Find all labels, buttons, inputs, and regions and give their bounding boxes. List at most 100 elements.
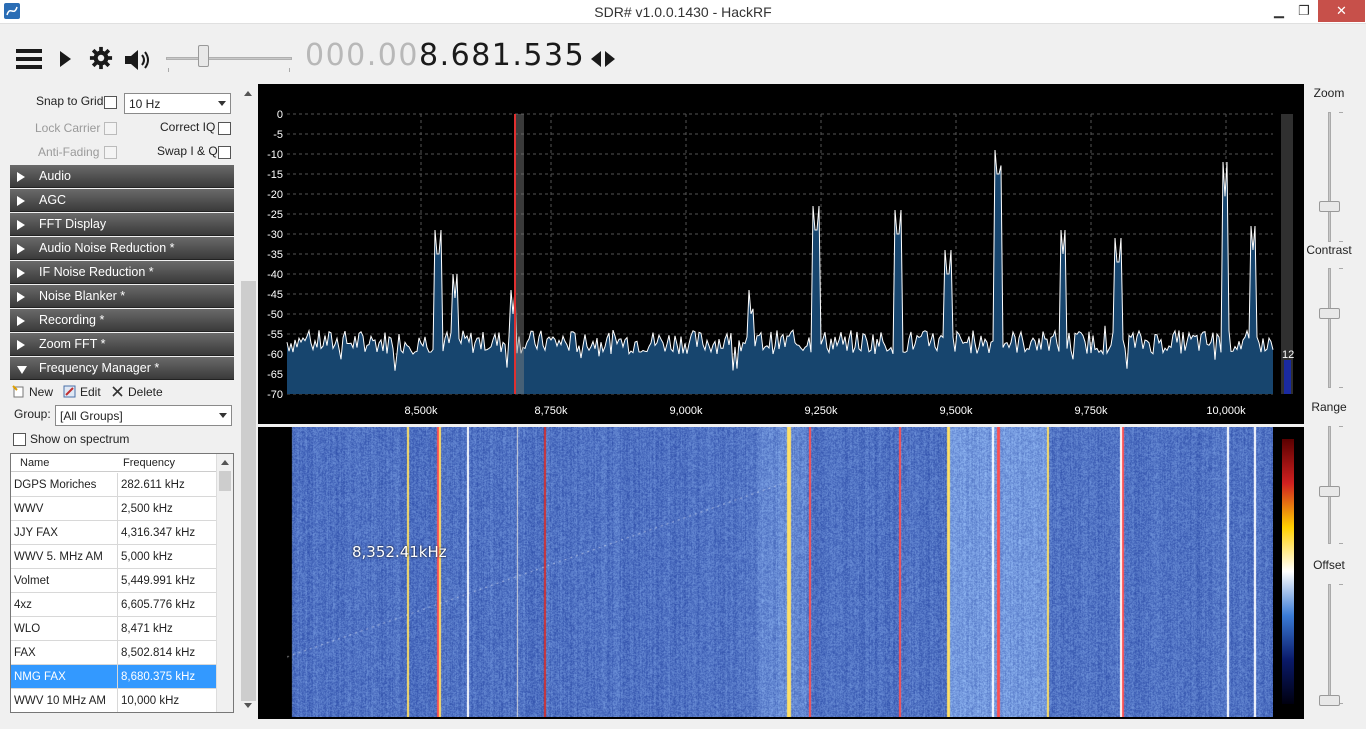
y-tick-label: 0 (277, 109, 283, 121)
section-zoom-fft[interactable]: Zoom FFT * (10, 333, 234, 356)
y-tick-label: -45 (267, 289, 283, 301)
table-row[interactable]: JJY FAX 4,316.347 kHz (11, 521, 216, 545)
table-row[interactable]: WWV 5. MHz AM 5,000 kHz (11, 545, 216, 569)
y-tick-label: -60 (267, 349, 283, 361)
level-meter-fill (1284, 360, 1291, 394)
snap-step-select[interactable]: 10 Hz (124, 93, 231, 114)
hamburger-icon[interactable] (16, 48, 42, 72)
column-header-name[interactable]: Name (20, 457, 49, 469)
table-row[interactable]: WWV 2,500 kHz (11, 497, 216, 521)
group-select[interactable]: [All Groups] (55, 405, 232, 426)
spectrum-fill (287, 150, 1273, 394)
anti-fading-checkbox[interactable] (104, 146, 117, 159)
swap-iq-checkbox[interactable] (218, 146, 231, 159)
frequency-active-digits[interactable]: 8.681.535 (419, 38, 585, 73)
table-row[interactable]: Volmet 5,449.991 kHz (11, 569, 216, 593)
section-audio-noise-reduction[interactable]: Audio Noise Reduction * (10, 237, 234, 260)
expand-arrow-icon (17, 172, 25, 182)
left-panel-scrollbar-thumb[interactable] (241, 281, 256, 701)
range-slider-track[interactable] (1328, 426, 1331, 544)
scroll-down-arrow-icon[interactable] (244, 703, 252, 708)
waterfall-canvas[interactable] (287, 427, 1273, 717)
section-agc[interactable]: AGC (10, 189, 234, 212)
table-scrollbar-thumb[interactable] (219, 471, 231, 491)
table-row[interactable]: FAX 8,502.814 kHz (11, 641, 216, 665)
cell-frequency: 4,316.347 kHz (117, 521, 216, 545)
section-fft-display[interactable]: FFT Display (10, 213, 234, 236)
cell-name: JJY FAX (14, 527, 58, 539)
table-row[interactable]: WWV 10 MHz AM 10,000 kHz (11, 689, 216, 712)
section-audio[interactable]: Audio (10, 165, 234, 188)
contrast-label: Contrast (1306, 243, 1352, 257)
scroll-up-arrow-icon[interactable] (244, 91, 252, 96)
new-document-icon (12, 385, 24, 398)
expand-arrow-icon (17, 292, 25, 302)
snap-step-value: 10 Hz (129, 97, 161, 111)
cell-name: WWV 5. MHz AM (14, 551, 103, 563)
play-icon[interactable] (58, 50, 72, 74)
spectrum-analyzer[interactable]: 0 -5 -10 -15 -20 -25 -30 -35 -40 -45 -50 -55 -60 -65 -… (258, 84, 1304, 424)
delete-button[interactable]: Delete (111, 385, 163, 399)
scroll-up-arrow-icon[interactable] (221, 460, 229, 465)
x-tick-label: 9,000k (669, 405, 703, 417)
frequency-leading-digits[interactable]: 000.00 (305, 38, 419, 73)
table-row[interactable]: 4xz 6,605.776 kHz (11, 593, 216, 617)
show-on-spectrum-checkbox[interactable] (13, 433, 26, 446)
spectrum-plot[interactable]: 0 -5 -10 -15 -20 -25 -30 -35 -40 -45 -50 -55 -60 -65 -… (258, 84, 1304, 424)
chevron-down-icon (218, 101, 226, 106)
show-on-spectrum-label: Show on spectrum (30, 432, 130, 446)
range-slider-thumb[interactable] (1319, 486, 1340, 497)
section-if-noise-reduction[interactable]: IF Noise Reduction * (10, 261, 234, 284)
window-title: SDR# v1.0.0.1430 - HackRF (594, 4, 772, 20)
left-panel-scrollbar[interactable] (240, 85, 257, 720)
frequency-display[interactable]: 000.008.681.535 (305, 38, 585, 73)
expand-arrow-icon (17, 244, 25, 254)
table-row[interactable]: NMG FAX 8,680.375 kHz (11, 665, 216, 689)
volume-slider-track[interactable] (166, 57, 292, 60)
table-row[interactable]: WLO 8,471 kHz (11, 617, 216, 641)
cell-frequency: 5,449.991 kHz (117, 569, 216, 593)
waterfall-display[interactable]: 8,352.41kHz (258, 427, 1304, 719)
y-tick-label: -10 (267, 149, 283, 161)
range-slider-ticks (1339, 426, 1343, 544)
expand-arrow-icon (17, 316, 25, 326)
section-recording[interactable]: Recording * (10, 309, 234, 332)
range-label: Range (1311, 400, 1347, 414)
contrast-slider-thumb[interactable] (1319, 308, 1340, 319)
table-scrollbar[interactable] (216, 454, 233, 712)
correct-iq-label: Correct IQ (160, 120, 216, 134)
delete-x-icon (112, 386, 123, 397)
correct-iq-checkbox[interactable] (218, 122, 231, 135)
left-right-arrows-icon[interactable] (590, 50, 616, 68)
cell-frequency: 8,680.375 kHz (117, 665, 216, 689)
volume-slider-thumb[interactable] (198, 45, 210, 67)
x-tick-label: 9,250k (804, 405, 838, 417)
zoom-slider-thumb[interactable] (1319, 201, 1340, 212)
zoom-slider-ticks (1339, 112, 1343, 242)
x-tick-label: 8,500k (404, 405, 438, 417)
maximize-button[interactable]: ❐ (1289, 0, 1319, 22)
y-tick-label: -30 (267, 229, 283, 241)
snap-to-grid-checkbox[interactable] (104, 96, 117, 109)
cell-name: WLO (14, 623, 41, 635)
speaker-icon[interactable] (124, 48, 152, 72)
offset-slider-track[interactable] (1328, 584, 1331, 704)
y-tick-label: -35 (267, 249, 283, 261)
column-header-frequency[interactable]: Frequency (123, 457, 175, 469)
cell-frequency: 6,605.776 kHz (117, 593, 216, 617)
new-button[interactable]: New (12, 385, 53, 399)
zoom-slider-track[interactable] (1328, 112, 1331, 242)
edit-button[interactable]: Edit (63, 385, 101, 399)
offset-slider-thumb[interactable] (1319, 695, 1340, 706)
close-button[interactable]: ✕ (1318, 0, 1365, 22)
table-row[interactable]: DGPS Moriches 282.611 kHz (11, 473, 216, 497)
contrast-slider-track[interactable] (1328, 268, 1331, 388)
table-header: Name Frequency (11, 454, 216, 472)
chevron-down-icon (219, 413, 227, 418)
gear-icon[interactable] (88, 46, 114, 70)
section-frequency-manager[interactable]: Frequency Manager * (10, 357, 234, 380)
x-tick-label: 9,750k (1074, 405, 1108, 417)
lock-carrier-checkbox[interactable] (104, 122, 117, 135)
section-noise-blanker[interactable]: Noise Blanker * (10, 285, 234, 308)
snap-to-grid-label: Snap to Grid (36, 94, 104, 108)
